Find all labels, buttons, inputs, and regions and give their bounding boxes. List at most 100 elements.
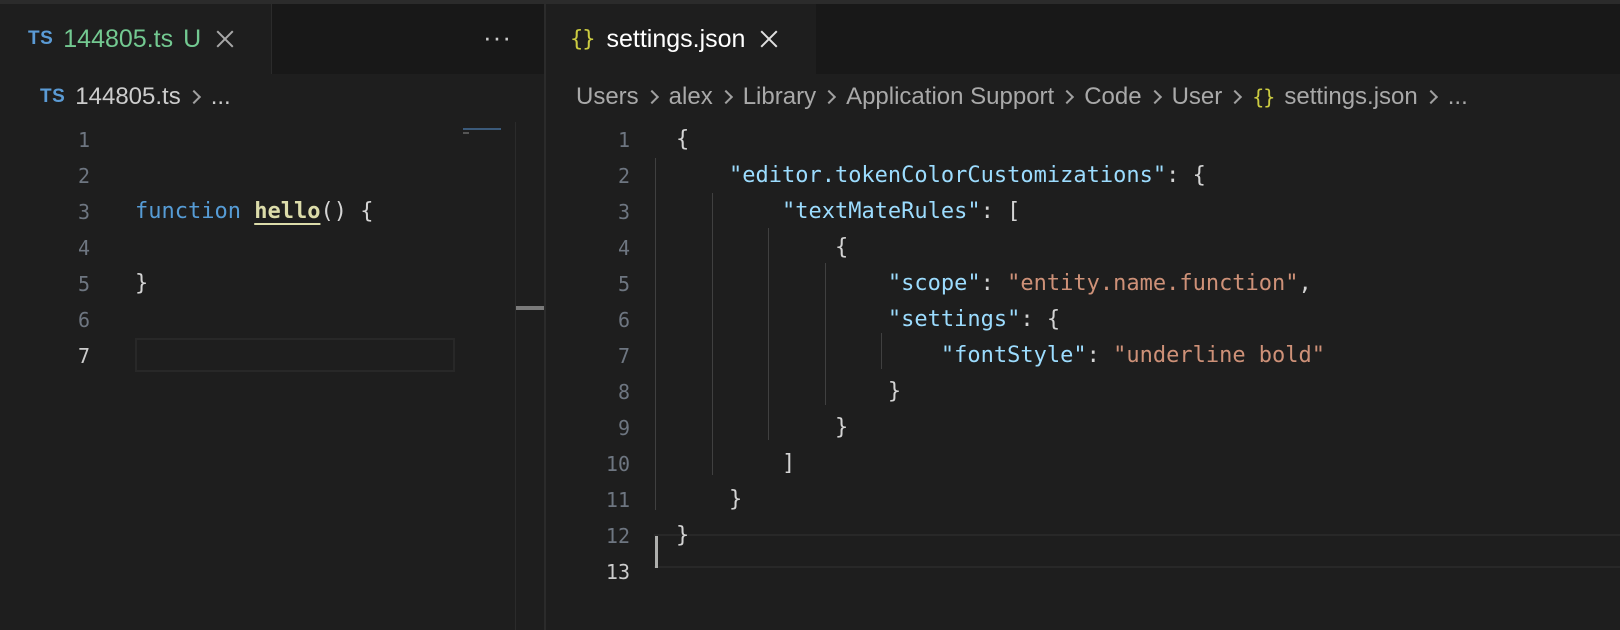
punctuation-token: ] [781, 451, 796, 476]
line-number: 1 [77, 128, 90, 152]
json-file-icon: {} [570, 26, 595, 52]
code-line[interactable] [135, 302, 455, 338]
punctuation-token: } [728, 487, 743, 512]
breadcrumb-file[interactable]: settings.json [1284, 83, 1417, 111]
code-line[interactable]: } [676, 410, 1606, 446]
function-name-token: hello [254, 199, 321, 224]
code-editor-right[interactable]: { "editor.tokenColorCustomizations": { "… [676, 122, 1606, 590]
code-line[interactable] [135, 158, 455, 194]
close-icon[interactable] [759, 29, 779, 49]
punctuation-token: : [1086, 343, 1114, 368]
editor-group-right: {} settings.json Users alex Library Appl… [546, 4, 1620, 630]
typescript-file-icon: TS [40, 86, 66, 107]
punctuation-token: } [135, 271, 149, 296]
punctuation-token: : [ [980, 199, 1021, 224]
breadcrumb-symbols[interactable]: ... [211, 83, 231, 111]
active-line-number: 13 [605, 560, 630, 584]
code-line[interactable]: { [676, 122, 1606, 158]
scrollbar-thumb[interactable] [516, 306, 545, 310]
chevron-right-icon [1060, 89, 1075, 105]
tab-label: 144805.ts [63, 24, 174, 53]
line-number: 4 [77, 236, 90, 260]
punctuation-token: : { [1166, 163, 1206, 188]
typescript-file-icon: TS [28, 28, 54, 49]
text-cursor [655, 536, 658, 568]
punctuation-token: : { [1020, 307, 1061, 332]
punctuation-token: , [1298, 271, 1312, 296]
line-number: 2 [617, 164, 630, 188]
tab-bar-left: TS 144805.ts U ··· [0, 4, 544, 74]
code-line[interactable]: function hello() { [135, 194, 455, 230]
indent-guide [655, 158, 656, 510]
chevron-right-icon [1423, 89, 1438, 105]
untracked-status-badge: U [183, 24, 202, 53]
tab-144805-ts[interactable]: TS 144805.ts U [0, 4, 272, 74]
code-line[interactable]: } [676, 374, 1606, 410]
json-key-token: "settings" [887, 307, 1021, 332]
code-line[interactable]: ] [676, 446, 1606, 482]
breadcrumb-segment[interactable]: Library [743, 83, 816, 111]
tab-label: settings.json [606, 24, 746, 53]
line-number: 6 [77, 308, 90, 332]
line-number: 3 [77, 200, 90, 224]
punctuation-token: () { [320, 199, 374, 224]
keyword-token: function [135, 199, 241, 224]
json-key-token: "editor.tokenColorCustomizations" [728, 163, 1167, 188]
chevron-right-icon [186, 89, 201, 105]
line-number-gutter: 1 2 3 4 5 6 7 [40, 122, 90, 374]
punctuation-token: { [834, 235, 849, 260]
breadcrumb-segment[interactable]: alex [669, 83, 713, 111]
line-number: 9 [617, 416, 630, 440]
code-line[interactable] [135, 338, 455, 374]
punctuation-token: } [834, 415, 849, 440]
code-line[interactable]: "scope": "entity.name.function", [676, 266, 1606, 302]
minimap[interactable] [463, 122, 513, 142]
breadcrumb: Users alex Library Application Support C… [576, 82, 1468, 112]
json-string-token: "underline bold" [1113, 343, 1326, 368]
code-line[interactable]: } [676, 482, 1606, 518]
code-line[interactable]: "settings": { [676, 302, 1606, 338]
code-line[interactable] [676, 554, 1606, 590]
code-line[interactable] [135, 122, 455, 158]
line-number-gutter: 1 2 3 4 5 6 7 8 9 10 11 12 13 [560, 122, 630, 590]
breadcrumb-file[interactable]: 144805.ts [75, 83, 180, 111]
line-number: 8 [617, 380, 630, 404]
code-line[interactable] [135, 230, 455, 266]
chevron-right-icon [718, 89, 733, 105]
line-number: 12 [605, 524, 630, 548]
code-line[interactable]: "editor.tokenColorCustomizations": { [676, 158, 1606, 194]
code-line[interactable]: "textMateRules": [ [676, 194, 1606, 230]
breadcrumb-segment[interactable]: Users [576, 83, 639, 111]
code-line[interactable]: { [676, 230, 1606, 266]
breadcrumb-segment[interactable]: Code [1084, 83, 1141, 111]
code-line[interactable]: } [135, 266, 455, 302]
line-number: 1 [617, 128, 630, 152]
json-file-icon: {} [1252, 85, 1275, 109]
breadcrumb-segment[interactable]: Application Support [846, 83, 1054, 111]
more-actions-icon[interactable]: ··· [483, 22, 512, 53]
line-number: 5 [77, 272, 90, 296]
chevron-right-icon [644, 89, 659, 105]
punctuation-token: } [676, 523, 690, 548]
line-number: 7 [617, 344, 630, 368]
code-editor-left[interactable]: function hello() { } [135, 122, 455, 374]
line-number: 5 [617, 272, 630, 296]
json-key-token: "fontStyle" [940, 343, 1087, 368]
chevron-right-icon [1228, 89, 1243, 105]
breadcrumb-segment[interactable]: User [1172, 83, 1223, 111]
code-line[interactable]: } [676, 518, 1606, 554]
line-number: 11 [605, 488, 630, 512]
vertical-scrollbar[interactable] [515, 122, 545, 630]
chevron-right-icon [821, 89, 837, 105]
breadcrumb: TS 144805.ts ... [40, 82, 231, 112]
editor-group-left: TS 144805.ts U ··· TS 144805.ts ... 1 2 … [0, 4, 545, 630]
breadcrumb-symbols[interactable]: ... [1448, 83, 1468, 111]
json-string-token: "entity.name.function" [1007, 271, 1299, 296]
json-key-token: "textMateRules" [781, 199, 981, 224]
punctuation-token: { [676, 127, 690, 152]
chevron-right-icon [1147, 89, 1162, 105]
close-icon[interactable] [215, 29, 235, 49]
line-number: 4 [617, 236, 630, 260]
code-line[interactable]: "fontStyle": "underline bold" [676, 338, 1606, 374]
tab-settings-json[interactable]: {} settings.json [546, 4, 816, 74]
